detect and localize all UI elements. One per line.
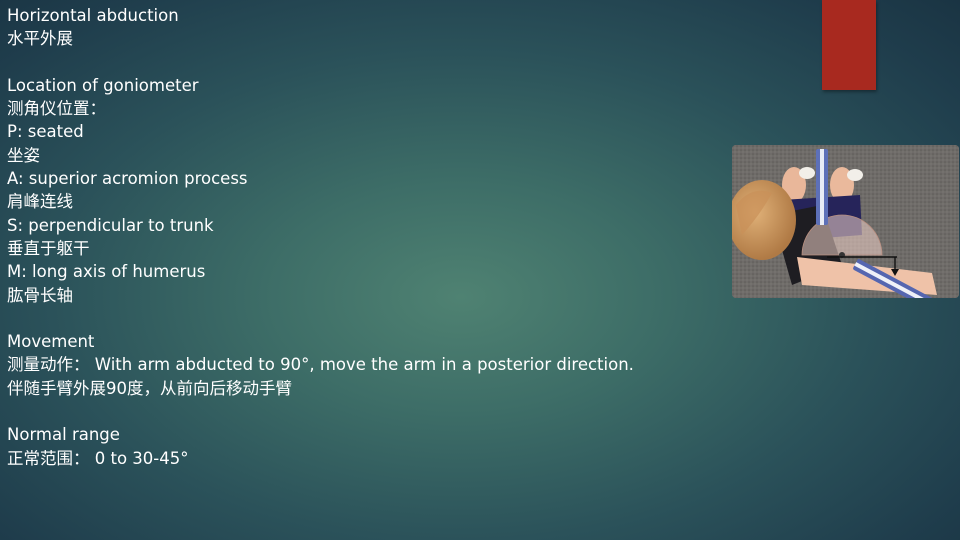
position-text: P: seated — [7, 122, 84, 142]
location-heading-cn: 测角仪位置： — [7, 99, 106, 119]
heading-horizontal-abduction: Horizontal abduction — [7, 6, 179, 25]
axis-text: A: superior acromion process — [7, 169, 248, 189]
accent-bar — [822, 0, 876, 90]
movement-text: 测量动作： With arm abducted to 90°, move the… — [7, 355, 634, 375]
normal-range-text: 正常范围： 0 to 30-45° — [7, 448, 189, 468]
slide-text: Horizontal abduction 水平外展 Location of go… — [7, 4, 707, 470]
moving-arm-text: M: long axis of humerus — [7, 262, 206, 282]
location-heading: Location of goniometer — [7, 75, 199, 95]
position-text-cn: 坐姿 — [7, 145, 40, 165]
stationary-arm-text: S: perpendicular to trunk — [7, 215, 214, 235]
axis-text-cn: 肩峰连线 — [7, 192, 73, 212]
goniometer-illustration — [732, 145, 959, 298]
goniometer-photo — [732, 145, 959, 298]
stationary-arm-text-cn: 垂直于躯干 — [7, 238, 90, 258]
movement-heading: Movement — [7, 332, 95, 352]
normal-range-heading: Normal range — [7, 425, 120, 445]
heading-horizontal-abduction-cn: 水平外展 — [7, 29, 73, 49]
moving-arm-text-cn: 肱骨长轴 — [7, 285, 73, 305]
movement-text-cn: 伴随手臂外展90度，从前向后移动手臂 — [7, 378, 292, 398]
slide: Horizontal abduction 水平外展 Location of go… — [0, 0, 960, 540]
